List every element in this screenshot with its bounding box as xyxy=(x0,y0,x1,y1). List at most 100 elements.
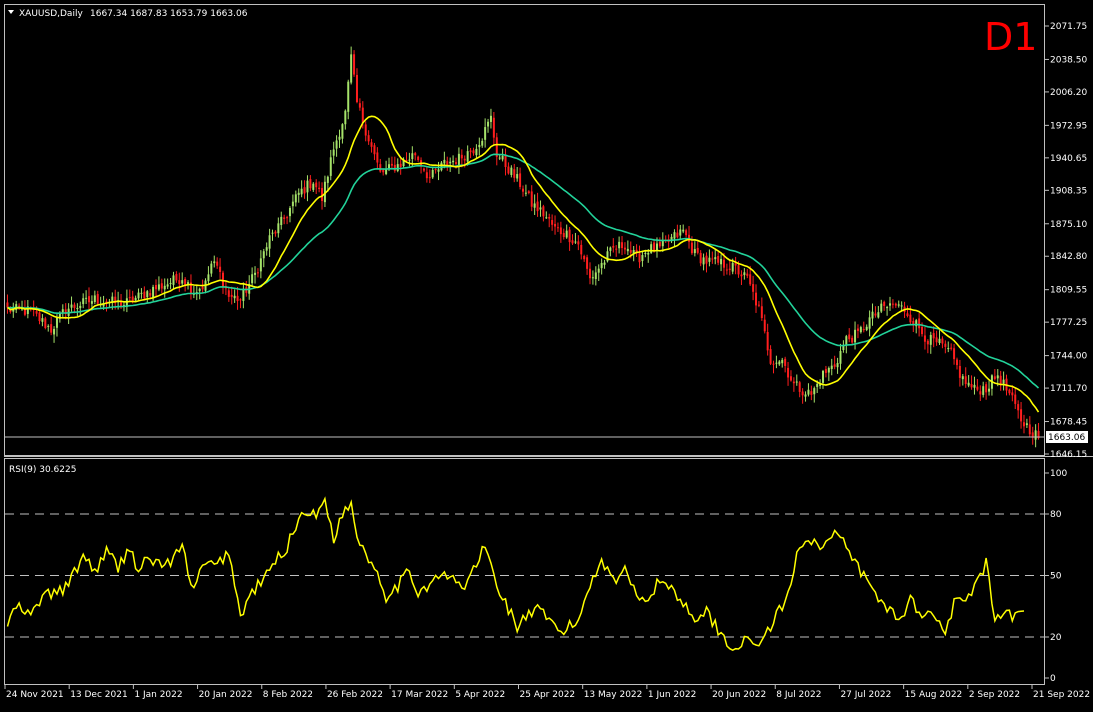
candle-bull xyxy=(813,388,816,395)
candle-bear xyxy=(964,376,967,384)
time-tick-label: 13 Dec 2021 xyxy=(70,690,128,700)
candle-bull xyxy=(452,160,455,163)
candle-bear xyxy=(950,347,953,349)
candle-bull xyxy=(277,223,280,234)
candle-bull xyxy=(1034,430,1037,440)
candle-bull xyxy=(708,257,711,262)
candle-bear xyxy=(219,266,222,272)
candle-bear xyxy=(1020,409,1023,422)
candle-bull xyxy=(198,288,201,292)
candle-bull xyxy=(475,148,478,156)
candle-bear xyxy=(460,154,463,159)
candle-bear xyxy=(178,280,181,285)
chart-canvas[interactable]: 2071.75 2038.50 2006.20 1972.95 1940.65 1908.… xyxy=(0,0,1093,708)
candle-bear xyxy=(504,154,507,168)
time-tick-label: 20 Jun 2022 xyxy=(712,690,766,700)
candle-bear xyxy=(513,169,516,178)
candle-bear xyxy=(676,232,679,238)
candle-bull xyxy=(326,176,329,183)
time-tick-label: 27 Jul 2022 xyxy=(840,690,891,700)
candle-bull xyxy=(181,280,184,284)
candle-bear xyxy=(283,217,286,219)
candle-bear xyxy=(50,324,53,333)
candle-bear xyxy=(568,229,571,243)
time-tick-label: 20 Jan 2022 xyxy=(199,690,253,700)
candle-bear xyxy=(711,258,714,260)
candle-bear xyxy=(236,295,239,302)
candle-bear xyxy=(976,386,979,390)
candle-bull xyxy=(673,232,676,239)
candle-bear xyxy=(752,284,755,292)
candle-bear xyxy=(862,328,865,331)
candle-bear xyxy=(519,173,522,187)
price-tick-label: 1777.25 xyxy=(1050,318,1087,328)
candle-bull xyxy=(865,326,868,330)
candle-bear xyxy=(577,241,580,245)
candle-bear xyxy=(970,383,973,388)
candle-bull xyxy=(251,274,254,284)
candle-bull xyxy=(650,244,653,253)
chart-window: 2071.75 2038.50 2006.20 1972.95 1940.65 1908.… xyxy=(0,0,1093,708)
candle-bull xyxy=(338,136,341,140)
candle-bear xyxy=(737,265,740,275)
candle-bull xyxy=(411,153,414,160)
candle-bear xyxy=(891,303,894,305)
candle-bear xyxy=(769,349,772,364)
candle-bear xyxy=(414,153,417,156)
candle-bear xyxy=(542,206,545,217)
candle-bull xyxy=(163,285,166,290)
candle-bear xyxy=(685,230,688,236)
candle-bear xyxy=(393,164,396,171)
candle-bear xyxy=(923,335,926,342)
candle-bear xyxy=(376,152,379,163)
candle-bull xyxy=(271,232,274,234)
candle-bear xyxy=(784,358,787,366)
candle-bear xyxy=(355,74,358,103)
candle-bear xyxy=(571,240,574,244)
candle-bull xyxy=(807,389,810,395)
candle-bear xyxy=(548,216,551,219)
candle-bull xyxy=(344,110,347,125)
candle-bull xyxy=(146,291,149,298)
candle-bull xyxy=(501,155,504,160)
candle-bear xyxy=(926,340,929,345)
candle-bear xyxy=(792,381,795,384)
candle-bull xyxy=(877,312,880,318)
candle-bear xyxy=(175,274,178,281)
candle-bear xyxy=(201,286,204,290)
candle-bull xyxy=(591,277,594,279)
candle-bear xyxy=(856,328,859,331)
candle-bear xyxy=(239,299,242,301)
price-tick-label: 1940.65 xyxy=(1050,154,1087,164)
candle-bull xyxy=(743,272,746,276)
candle-bull xyxy=(210,263,213,274)
timeframe-badge: D1 xyxy=(984,15,1037,59)
candle-bull xyxy=(988,388,991,392)
chart-background xyxy=(0,0,1093,708)
candle-bear xyxy=(463,158,466,161)
candle-bear xyxy=(379,164,382,172)
candle-bear xyxy=(586,257,589,269)
candle-bear xyxy=(35,311,38,314)
candle-bull xyxy=(137,292,140,299)
candle-bull xyxy=(487,121,490,127)
time-tick-label: 13 May 2022 xyxy=(584,690,643,700)
price-tick-label: 1842.80 xyxy=(1050,252,1087,262)
candle-bull xyxy=(816,383,819,387)
candle-bear xyxy=(44,318,47,328)
candle-bull xyxy=(457,153,460,166)
candle-bear xyxy=(749,274,752,285)
candle-bear xyxy=(699,252,702,264)
candle-bear xyxy=(1028,424,1031,435)
candle-bull xyxy=(973,384,976,388)
candle-bear xyxy=(507,166,510,174)
candle-bear xyxy=(559,227,562,235)
candle-bear xyxy=(422,168,425,171)
candle-bull xyxy=(213,261,216,264)
candle-bear xyxy=(874,313,877,316)
candle-bear xyxy=(309,179,312,189)
candle-bull xyxy=(53,328,56,335)
price-tick-label: 2038.50 xyxy=(1050,55,1087,65)
candle-bear xyxy=(725,269,728,271)
candle-bull xyxy=(947,348,950,350)
